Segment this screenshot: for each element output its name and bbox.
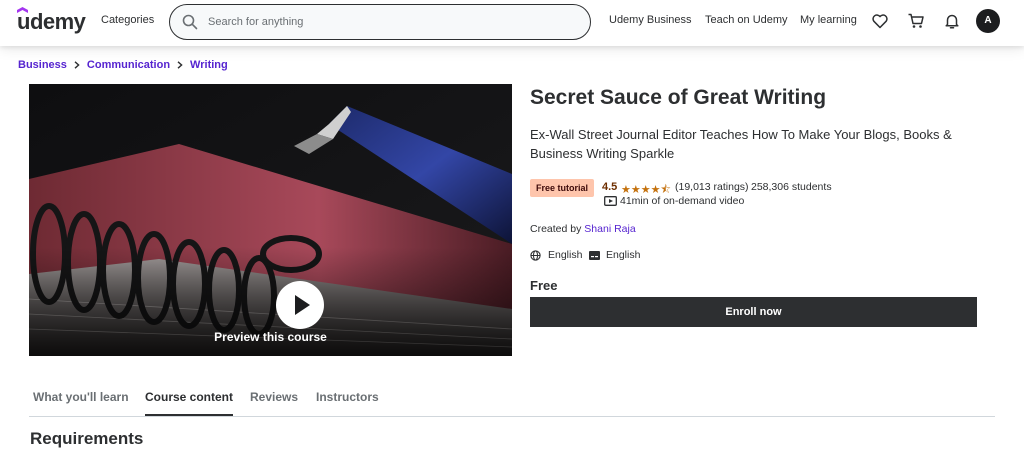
- search-bar[interactable]: [169, 4, 591, 40]
- play-button[interactable]: [276, 281, 324, 329]
- preview-course-label[interactable]: Preview this course: [29, 330, 512, 344]
- tab-what-youll-learn[interactable]: What you'll learn: [33, 390, 129, 414]
- tab-reviews[interactable]: Reviews: [250, 390, 298, 414]
- enroll-now-button[interactable]: Enroll now: [530, 297, 977, 327]
- course-preview-video[interactable]: Preview this course: [29, 84, 512, 356]
- cart-icon[interactable]: [907, 12, 925, 30]
- udemy-business-link[interactable]: Udemy Business: [609, 14, 692, 26]
- search-input[interactable]: [208, 13, 568, 31]
- chevron-right-icon: [74, 61, 80, 69]
- breadcrumb-communication[interactable]: Communication: [87, 59, 170, 71]
- heart-icon[interactable]: [871, 12, 889, 30]
- logo-hat-icon: [17, 7, 28, 13]
- video-icon: [604, 196, 617, 206]
- course-tabs: What you'll learn Course content Reviews…: [29, 384, 995, 417]
- tab-course-content[interactable]: Course content: [145, 390, 234, 416]
- breadcrumb: Business Communication Writing: [18, 59, 228, 71]
- caption-language: English: [606, 249, 641, 261]
- bell-icon[interactable]: [943, 12, 961, 30]
- preview-thumbnail-image: [29, 84, 512, 356]
- created-by: Created by Shani Raja: [530, 223, 636, 235]
- video-length: 41min of on-demand video: [620, 195, 745, 207]
- free-tutorial-badge: Free tutorial: [530, 179, 595, 197]
- course-price: Free: [530, 278, 558, 293]
- udemy-logo[interactable]: udemy: [17, 7, 86, 35]
- user-avatar[interactable]: A: [976, 9, 1000, 33]
- top-header: udemy Categories Udemy Business Teach on…: [0, 0, 1024, 46]
- course-language: English: [548, 249, 583, 261]
- chevron-right-icon: [177, 61, 183, 69]
- students-count: 258,306 students: [751, 181, 832, 193]
- created-by-label: Created by: [530, 223, 582, 235]
- my-learning-link[interactable]: My learning: [800, 14, 857, 26]
- breadcrumb-business[interactable]: Business: [18, 59, 67, 71]
- requirements-heading: Requirements: [30, 429, 144, 448]
- ratings-count[interactable]: (19,013 ratings): [675, 181, 749, 193]
- rating-value: 4.5: [602, 181, 618, 193]
- course-subtitle: Ex-Wall Street Journal Editor Teaches Ho…: [530, 127, 952, 161]
- globe-icon: [530, 250, 541, 261]
- breadcrumb-writing[interactable]: Writing: [190, 59, 228, 71]
- categories-link[interactable]: Categories: [101, 14, 154, 26]
- search-icon[interactable]: [182, 14, 198, 30]
- captions-icon: [589, 251, 600, 260]
- instructor-link[interactable]: Shani Raja: [584, 223, 635, 235]
- course-title: Secret Sauce of Great Writing: [530, 86, 827, 109]
- tab-instructors[interactable]: Instructors: [316, 390, 379, 414]
- teach-on-udemy-link[interactable]: Teach on Udemy: [705, 14, 788, 26]
